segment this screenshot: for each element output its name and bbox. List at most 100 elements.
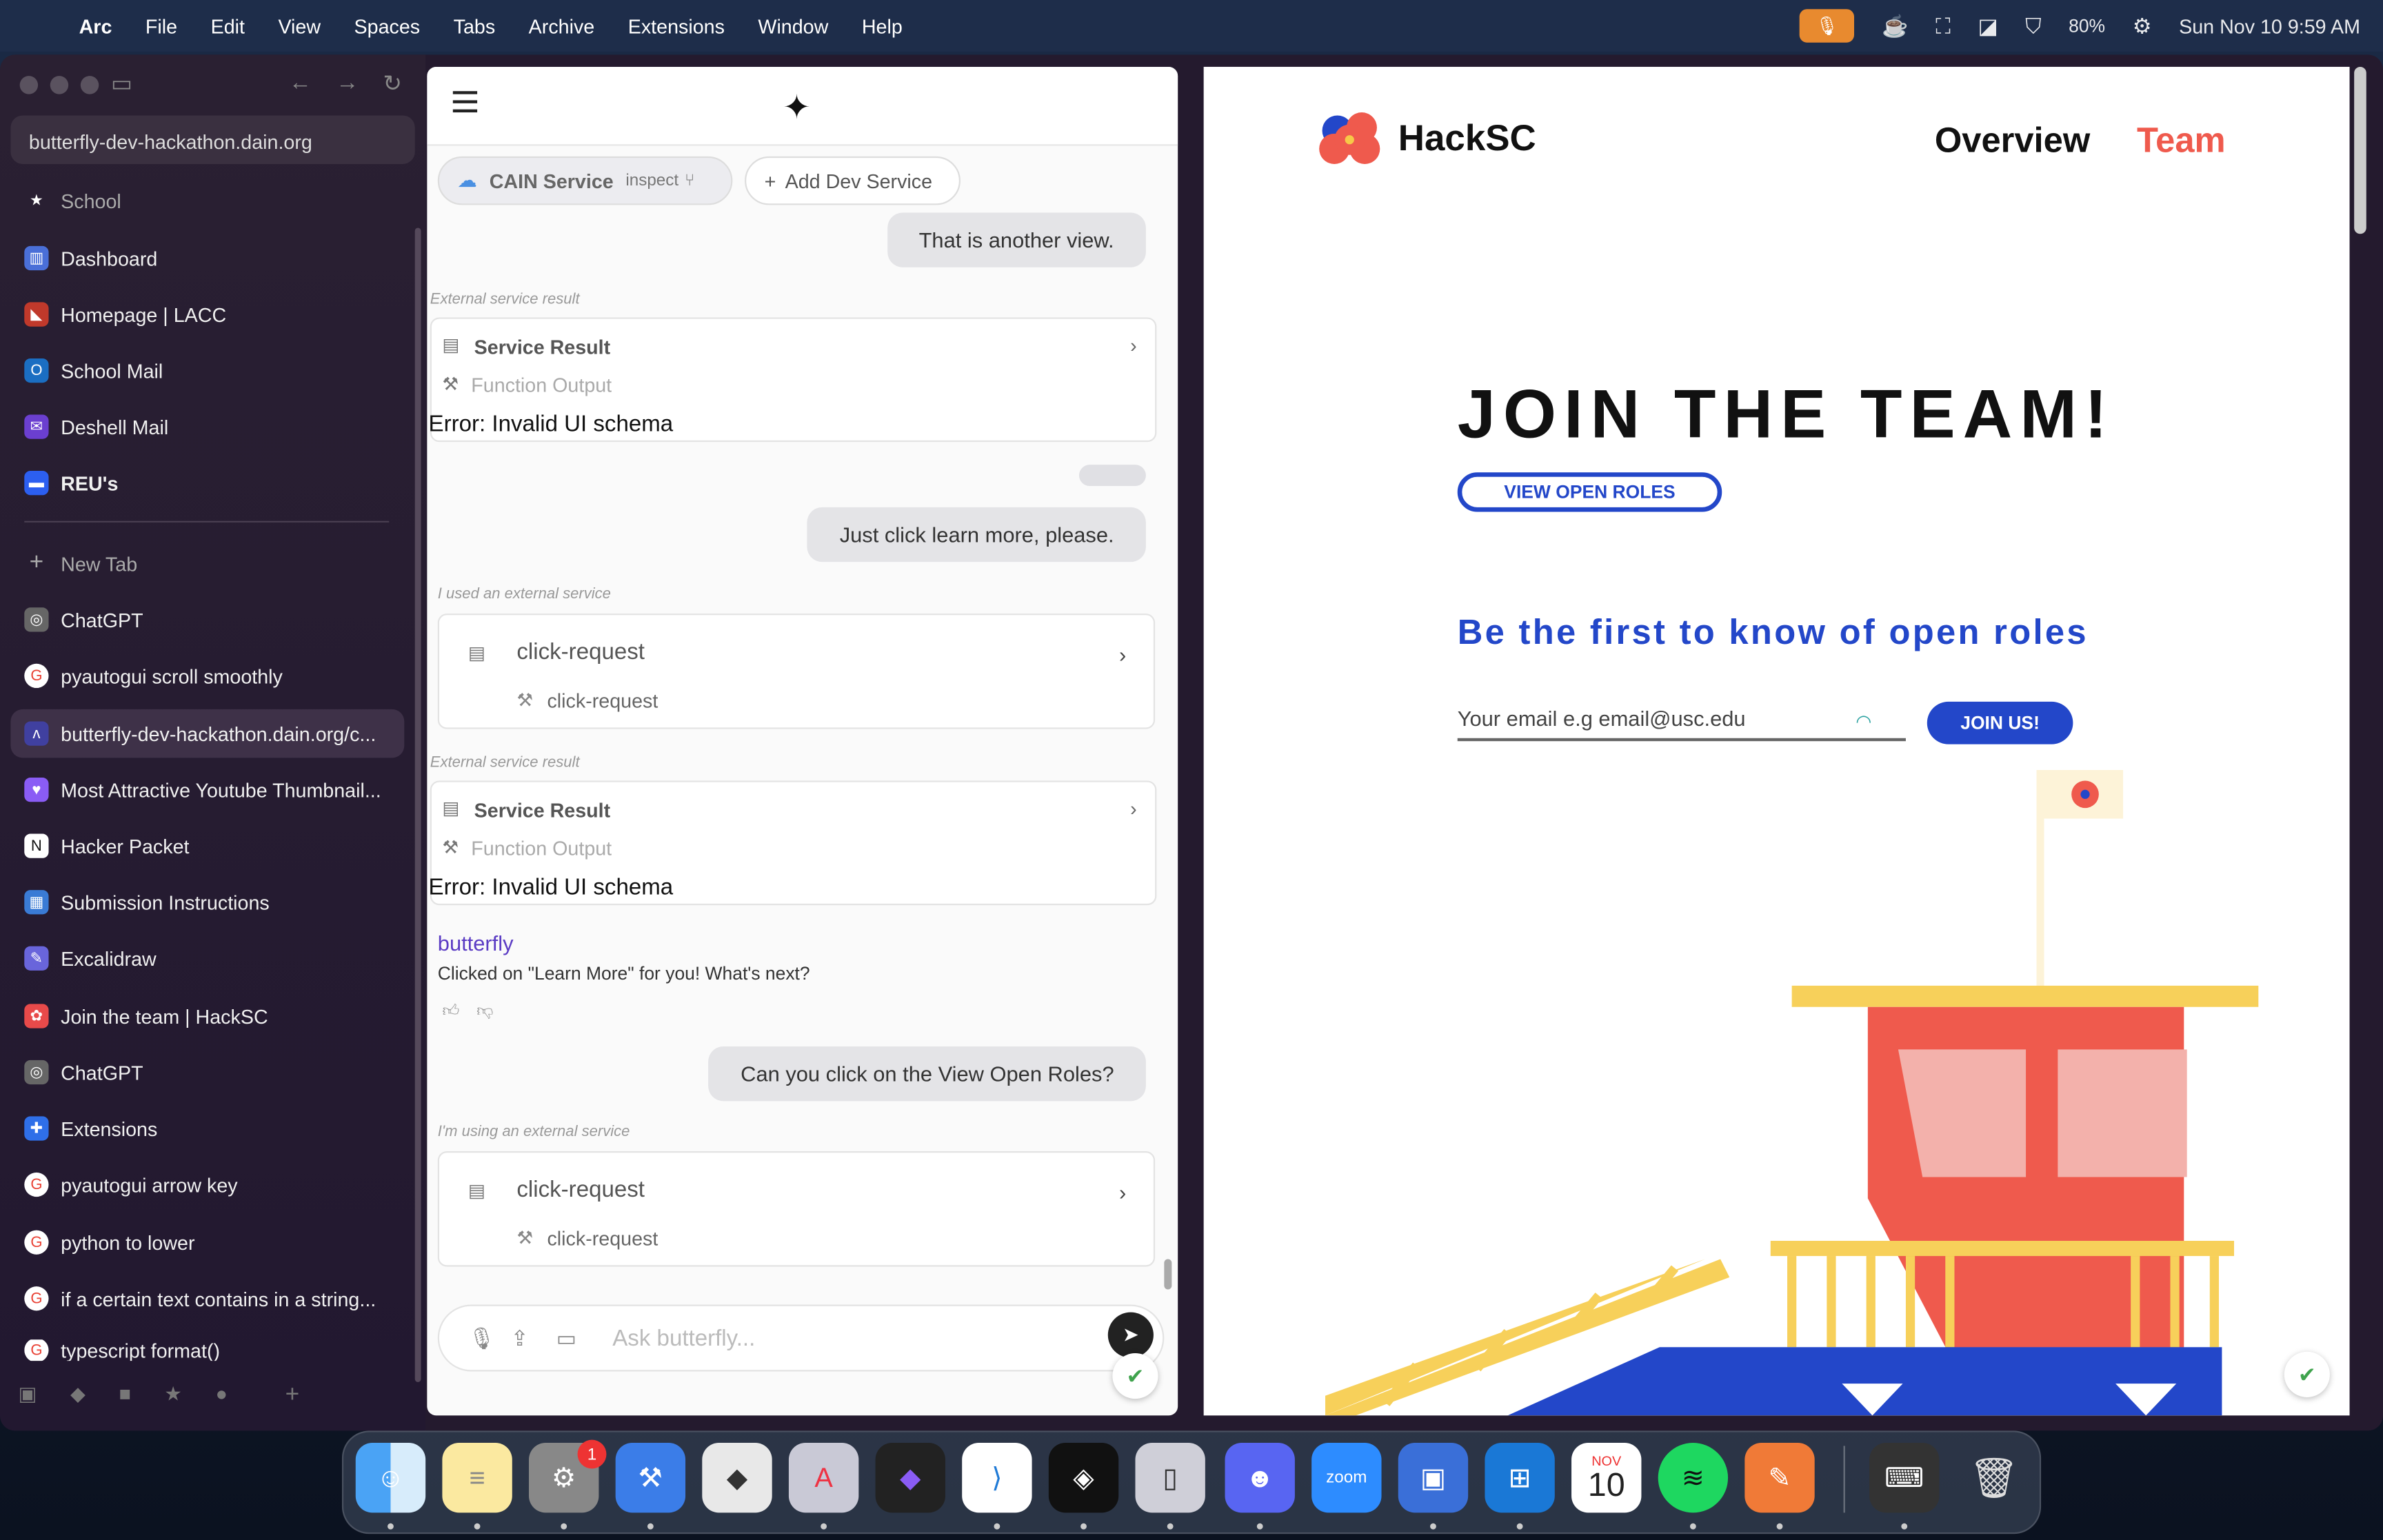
space-header[interactable]: ★ School (24, 185, 121, 216)
inspect-link[interactable]: inspect (625, 172, 678, 190)
menu-view[interactable]: View (278, 14, 321, 37)
roblox-icon[interactable]: ◆ (702, 1443, 772, 1513)
click-request-card[interactable]: ▤ click-request › ⚒ click-request (437, 614, 1156, 729)
menu-window[interactable]: Window (758, 14, 828, 37)
keyboard-icon[interactable]: ⌨ (1869, 1443, 1940, 1513)
forward-icon[interactable]: → (336, 70, 359, 95)
trash-icon[interactable]: 🗑︎ (1959, 1443, 2029, 1512)
bell-icon[interactable]: ◪ (1978, 13, 1998, 39)
tab-item[interactable]: ♥ Most Attractive Youtube Thumbnail... (24, 775, 381, 805)
menu-spaces[interactable]: Spaces (354, 14, 421, 37)
space-icon[interactable]: ● (216, 1382, 228, 1410)
shield-check-icon[interactable]: ✔ (1112, 1353, 1158, 1399)
pinned-tab-dashboard[interactable]: ▥ Dashboard (24, 243, 157, 274)
email-input[interactable]: Your email e.g email@usc.edu (1457, 706, 1906, 742)
new-tab-button[interactable]: + New Tab (24, 548, 138, 578)
tab-item[interactable]: ◎ ChatGPT (24, 605, 143, 635)
cain-service-pill[interactable]: ☁ CAIN Service inspect ⑂ (437, 156, 733, 205)
nav-overview[interactable]: Overview (1935, 120, 2090, 161)
tab-item[interactable]: Gpyautogui arrow key (24, 1169, 238, 1199)
menu-tabs[interactable]: Tabs (454, 14, 496, 37)
zoom-icon[interactable]: zoom (1311, 1443, 1382, 1513)
menu-icon[interactable] (452, 91, 478, 119)
click-request-card[interactable]: ▤ click-request › ⚒ click-request (437, 1151, 1156, 1267)
iphone-mirroring-icon[interactable]: ▯ (1135, 1443, 1205, 1513)
page-scrollbar[interactable] (2354, 66, 2366, 234)
menu-edit[interactable]: Edit (211, 14, 245, 37)
tab-item[interactable]: ✚ Extensions (24, 1113, 157, 1144)
screen-sharing-icon[interactable]: ▣ (1398, 1443, 1469, 1513)
app-icon[interactable]: A (788, 1443, 859, 1513)
tab-item[interactable]: ✎ Excalidraw (24, 943, 157, 973)
discord-icon[interactable]: ☻ (1225, 1443, 1295, 1513)
folder-reus[interactable]: ▬ REU's (24, 468, 118, 498)
menu-extensions[interactable]: Extensions (628, 14, 725, 37)
close-button[interactable] (19, 76, 39, 94)
windows-app-icon[interactable]: ⊞ (1485, 1443, 1555, 1513)
pinned-tab-lacc[interactable]: ◣ Homepage | LACC (24, 299, 226, 330)
shield-check-icon[interactable]: ✔ (2284, 1351, 2330, 1397)
menu-app-name[interactable]: Arc (79, 14, 112, 37)
minimize-button[interactable] (50, 76, 69, 94)
nav-team[interactable]: Team (2137, 120, 2226, 161)
window-controls[interactable] (19, 76, 99, 94)
hacksc-logo[interactable]: HackSC (1316, 110, 1536, 170)
tab-item[interactable]: ▦ Submission Instructions (24, 887, 270, 918)
archive-icon[interactable]: ▣ (18, 1382, 37, 1410)
menu-help[interactable]: Help (862, 14, 903, 37)
tab-item[interactable]: Gpyautogui scroll smoothly (24, 660, 283, 691)
tab-item[interactable]: ✿ Join the team | HackSC (24, 1001, 268, 1031)
tab-item-active[interactable]: ʌ butterfly-dev-hackathon.dain.org/c... (24, 718, 376, 749)
screen-icon[interactable]: ▭ (556, 1326, 576, 1351)
finder-icon[interactable]: ☺ (355, 1443, 426, 1513)
cup-icon[interactable]: ☕ (1882, 13, 1908, 39)
xcode-icon[interactable]: ⚒ (615, 1443, 686, 1513)
reload-icon[interactable]: ↻ (383, 70, 402, 97)
chat-input-box[interactable]: 🎙︎ ⇪ ▭ Ask butterfly... (437, 1304, 1165, 1372)
calendar-icon[interactable]: NOV 10 (1571, 1443, 1642, 1513)
battery-percent[interactable]: 80% (2069, 15, 2105, 37)
chevron-right-icon[interactable]: › (1119, 642, 1126, 667)
microphone-icon[interactable]: 🎙 (1800, 9, 1855, 43)
thumbs-down-icon[interactable]: 👎︎ (476, 1002, 494, 1020)
add-dev-service-button[interactable]: + Add Dev Service (745, 156, 961, 205)
sidebar-toggle-icon[interactable]: ▭ (111, 70, 132, 97)
microphone-icon[interactable]: 🎙︎ (468, 1326, 495, 1351)
thumbs-up-icon[interactable]: 👍︎ (442, 1002, 459, 1020)
back-icon[interactable]: ← (289, 70, 312, 95)
tab-item[interactable]: N Hacker Packet (24, 831, 190, 861)
vscode-icon[interactable]: ⟩ (962, 1443, 1032, 1513)
notes-icon[interactable]: ≡ (442, 1443, 512, 1513)
tab-item[interactable]: ◎ ChatGPT (24, 1057, 143, 1087)
tab-item[interactable]: Gpython to lower (24, 1227, 195, 1257)
space-icon[interactable]: ◆ (70, 1382, 86, 1410)
screen-capture-icon[interactable]: ⛶ (1935, 13, 1951, 39)
tab-item[interactable]: Gif a certain text contains in a string.… (24, 1284, 376, 1314)
chevron-right-icon[interactable]: › (1119, 1180, 1126, 1204)
add-space-icon[interactable]: + (285, 1382, 300, 1410)
control-center-icon[interactable]: ⚙ (2133, 13, 2152, 39)
chat-scrollbar[interactable] (1164, 1259, 1172, 1290)
shield-icon[interactable]: ⛉ (2025, 13, 2041, 39)
zoom-button[interactable] (80, 76, 99, 94)
pinned-tab-school-mail[interactable]: O School Mail (24, 356, 163, 386)
view-open-roles-button[interactable]: VIEW OPEN ROLES (1457, 472, 1722, 512)
star-icon[interactable]: ★ (164, 1382, 182, 1410)
join-us-button[interactable]: JOIN US! (1927, 701, 2073, 744)
pinned-tab-deshell-mail[interactable]: ✉ Deshell Mail (24, 412, 168, 442)
sidebar-scrollbar[interactable] (414, 227, 421, 1382)
chevron-right-icon[interactable]: › (1130, 334, 1137, 357)
clock[interactable]: Sun Nov 10 9:59 AM (2179, 14, 2360, 37)
url-bar[interactable]: butterfly-dev-hackathon.dain.org (10, 115, 415, 164)
obsidian-icon[interactable]: ◆ (875, 1443, 945, 1513)
space-icon[interactable]: ■ (119, 1382, 131, 1410)
unity-icon[interactable]: ◈ (1048, 1443, 1119, 1513)
pencil-app-icon[interactable]: ✎ (1744, 1443, 1815, 1513)
upload-icon[interactable]: ⇪ (511, 1326, 529, 1351)
chevron-right-icon[interactable]: › (1130, 798, 1137, 820)
spotify-icon[interactable]: ≋ (1658, 1443, 1729, 1513)
menu-file[interactable]: File (145, 14, 177, 37)
send-button[interactable]: ➤ (1107, 1312, 1154, 1358)
tab-item[interactable]: Gtypescript format() (24, 1339, 220, 1361)
menu-archive[interactable]: Archive (529, 14, 595, 37)
